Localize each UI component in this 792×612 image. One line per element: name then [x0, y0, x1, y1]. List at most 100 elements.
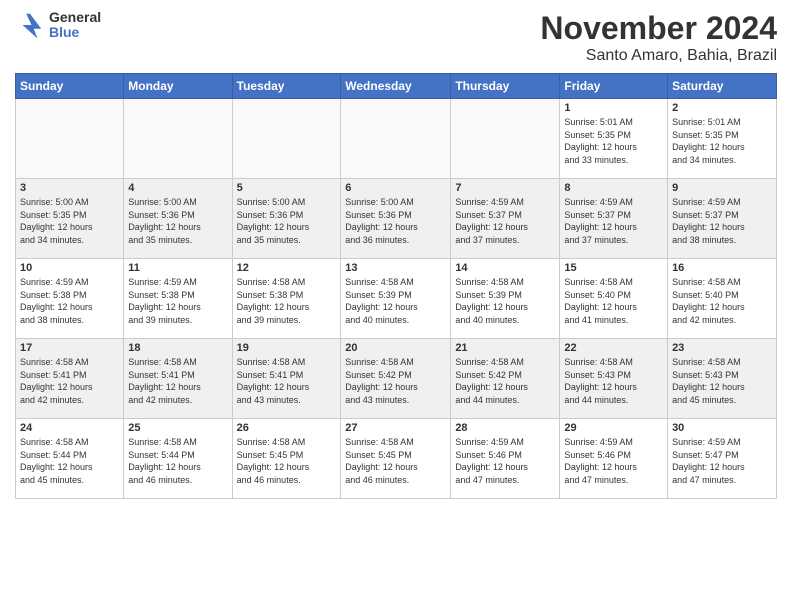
calendar-cell: 25 Sunrise: 4:58 AM Sunset: 5:44 PM Dayli… [124, 419, 232, 499]
day-number: 7 [455, 182, 555, 194]
calendar-cell: 30 Sunrise: 4:59 AM Sunset: 5:47 PM Dayli… [668, 419, 777, 499]
calendar-cell: 14 Sunrise: 4:58 AM Sunset: 5:39 PM Dayli… [451, 259, 560, 339]
day-info: Sunrise: 4:58 AM Sunset: 5:44 PM Dayligh… [20, 436, 119, 486]
day-info: Sunrise: 4:59 AM Sunset: 5:47 PM Dayligh… [672, 436, 772, 486]
calendar-cell: 7 Sunrise: 4:59 AM Sunset: 5:37 PM Daylig… [451, 179, 560, 259]
day-info: Sunrise: 4:58 AM Sunset: 5:41 PM Dayligh… [128, 356, 227, 406]
day-number: 28 [455, 422, 555, 434]
day-number: 13 [345, 262, 446, 274]
calendar-cell [451, 99, 560, 179]
day-number: 27 [345, 422, 446, 434]
day-info: Sunrise: 5:00 AM Sunset: 5:35 PM Dayligh… [20, 196, 119, 246]
day-number: 11 [128, 262, 227, 274]
day-number: 19 [237, 342, 337, 354]
day-info: Sunrise: 4:58 AM Sunset: 5:45 PM Dayligh… [345, 436, 446, 486]
calendar-cell: 11 Sunrise: 4:59 AM Sunset: 5:38 PM Dayli… [124, 259, 232, 339]
calendar-cell: 15Sunrise: 4:58 AM Sunset: 5:40 PM Dayli… [560, 259, 668, 339]
day-info: Sunrise: 4:58 AM Sunset: 5:40 PM Dayligh… [564, 276, 663, 326]
calendar-cell: 21 Sunrise: 4:58 AM Sunset: 5:42 PM Dayli… [451, 339, 560, 419]
calendar-cell: 13 Sunrise: 4:58 AM Sunset: 5:39 PM Dayli… [341, 259, 451, 339]
title-section: November 2024 Santo Amaro, Bahia, Brazil [540, 10, 777, 65]
header-sunday: Sunday [16, 74, 124, 99]
calendar-cell: 5 Sunrise: 5:00 AM Sunset: 5:36 PM Daylig… [232, 179, 341, 259]
header: General Blue November 2024 Santo Amaro, … [15, 10, 777, 65]
day-info: Sunrise: 4:59 AM Sunset: 5:37 PM Dayligh… [455, 196, 555, 246]
day-number: 18 [128, 342, 227, 354]
calendar-cell: 26Sunrise: 4:58 AM Sunset: 5:45 PM Dayli… [232, 419, 341, 499]
calendar-cell: 3 Sunrise: 5:00 AM Sunset: 5:35 PM Daylig… [16, 179, 124, 259]
day-info: Sunrise: 4:58 AM Sunset: 5:45 PM Dayligh… [237, 436, 337, 486]
header-saturday: Saturday [668, 74, 777, 99]
calendar-cell [232, 99, 341, 179]
day-info: Sunrise: 4:59 AM Sunset: 5:38 PM Dayligh… [20, 276, 119, 326]
logo-text: General Blue [49, 10, 101, 41]
calendar-cell: 4 Sunrise: 5:00 AM Sunset: 5:36 PM Daylig… [124, 179, 232, 259]
calendar-cell: 10 Sunrise: 4:59 AM Sunset: 5:38 PM Dayli… [16, 259, 124, 339]
day-number: 3 [20, 182, 119, 194]
day-info: Sunrise: 4:59 AM Sunset: 5:37 PM Dayligh… [672, 196, 772, 246]
day-info: Sunrise: 4:58 AM Sunset: 5:39 PM Dayligh… [455, 276, 555, 326]
day-number: 14 [455, 262, 555, 274]
calendar-cell: 29 Sunrise: 4:59 AM Sunset: 5:46 PM Dayli… [560, 419, 668, 499]
day-number: 5 [237, 182, 337, 194]
day-info: Sunrise: 4:59 AM Sunset: 5:46 PM Dayligh… [564, 436, 663, 486]
day-info: Sunrise: 4:58 AM Sunset: 5:43 PM Dayligh… [672, 356, 772, 406]
calendar-cell [124, 99, 232, 179]
calendar-cell: 17Sunrise: 4:58 AM Sunset: 5:41 PM Dayli… [16, 339, 124, 419]
calendar-cell: 9 Sunrise: 4:59 AM Sunset: 5:37 PM Daylig… [668, 179, 777, 259]
page: General Blue November 2024 Santo Amaro, … [0, 0, 792, 612]
calendar-cell [16, 99, 124, 179]
calendar-cell: 27 Sunrise: 4:58 AM Sunset: 5:45 PM Dayli… [341, 419, 451, 499]
calendar-cell: 6 Sunrise: 5:00 AM Sunset: 5:36 PM Daylig… [341, 179, 451, 259]
day-number: 6 [345, 182, 446, 194]
day-info: Sunrise: 4:58 AM Sunset: 5:42 PM Dayligh… [455, 356, 555, 406]
calendar-cell: 23 Sunrise: 4:58 AM Sunset: 5:43 PM Dayli… [668, 339, 777, 419]
day-info: Sunrise: 5:00 AM Sunset: 5:36 PM Dayligh… [237, 196, 337, 246]
day-number: 25 [128, 422, 227, 434]
calendar-cell: 12Sunrise: 4:58 AM Sunset: 5:38 PM Dayli… [232, 259, 341, 339]
month-title: November 2024 [540, 10, 777, 47]
day-info: Sunrise: 5:00 AM Sunset: 5:36 PM Dayligh… [345, 196, 446, 246]
location: Santo Amaro, Bahia, Brazil [540, 47, 777, 65]
calendar-cell: 16 Sunrise: 4:58 AM Sunset: 5:40 PM Dayli… [668, 259, 777, 339]
day-number: 4 [128, 182, 227, 194]
day-number: 29 [564, 422, 663, 434]
header-thursday: Thursday [451, 74, 560, 99]
day-info: Sunrise: 4:58 AM Sunset: 5:41 PM Dayligh… [237, 356, 337, 406]
header-wednesday: Wednesday [341, 74, 451, 99]
day-info: Sunrise: 4:59 AM Sunset: 5:46 PM Dayligh… [455, 436, 555, 486]
day-number: 20 [345, 342, 446, 354]
logo-blue: Blue [49, 25, 101, 40]
day-number: 16 [672, 262, 772, 274]
day-info: Sunrise: 4:58 AM Sunset: 5:40 PM Dayligh… [672, 276, 772, 326]
calendar-cell: 19 Sunrise: 4:58 AM Sunset: 5:41 PM Dayli… [232, 339, 341, 419]
day-info: Sunrise: 5:00 AM Sunset: 5:36 PM Dayligh… [128, 196, 227, 246]
day-info: Sunrise: 4:58 AM Sunset: 5:39 PM Dayligh… [345, 276, 446, 326]
calendar-week-row: 17Sunrise: 4:58 AM Sunset: 5:41 PM Dayli… [16, 339, 777, 419]
calendar-week-row: 3 Sunrise: 5:00 AM Sunset: 5:35 PM Daylig… [16, 179, 777, 259]
calendar-week-row: 1 Sunrise: 5:01 AM Sunset: 5:35 PM Daylig… [16, 99, 777, 179]
day-number: 9 [672, 182, 772, 194]
day-info: Sunrise: 4:58 AM Sunset: 5:44 PM Dayligh… [128, 436, 227, 486]
day-number: 30 [672, 422, 772, 434]
calendar-header-row: Sunday Monday Tuesday Wednesday Thursday… [16, 74, 777, 99]
day-number: 1 [564, 102, 663, 114]
calendar-week-row: 24Sunrise: 4:58 AM Sunset: 5:44 PM Dayli… [16, 419, 777, 499]
calendar-cell: 8Sunrise: 4:59 AM Sunset: 5:37 PM Daylig… [560, 179, 668, 259]
day-info: Sunrise: 4:58 AM Sunset: 5:43 PM Dayligh… [564, 356, 663, 406]
calendar-table: Sunday Monday Tuesday Wednesday Thursday… [15, 73, 777, 499]
calendar-cell [341, 99, 451, 179]
logo-general: General [49, 10, 101, 25]
day-number: 10 [20, 262, 119, 274]
day-info: Sunrise: 5:01 AM Sunset: 5:35 PM Dayligh… [672, 116, 772, 166]
calendar-cell: 28 Sunrise: 4:59 AM Sunset: 5:46 PM Dayli… [451, 419, 560, 499]
day-number: 21 [455, 342, 555, 354]
day-number: 22 [564, 342, 663, 354]
calendar-cell: 18 Sunrise: 4:58 AM Sunset: 5:41 PM Dayli… [124, 339, 232, 419]
day-info: Sunrise: 4:58 AM Sunset: 5:38 PM Dayligh… [237, 276, 337, 326]
day-number: 8 [564, 182, 663, 194]
header-tuesday: Tuesday [232, 74, 341, 99]
day-number: 23 [672, 342, 772, 354]
day-info: Sunrise: 4:59 AM Sunset: 5:38 PM Dayligh… [128, 276, 227, 326]
day-info: Sunrise: 4:58 AM Sunset: 5:42 PM Dayligh… [345, 356, 446, 406]
